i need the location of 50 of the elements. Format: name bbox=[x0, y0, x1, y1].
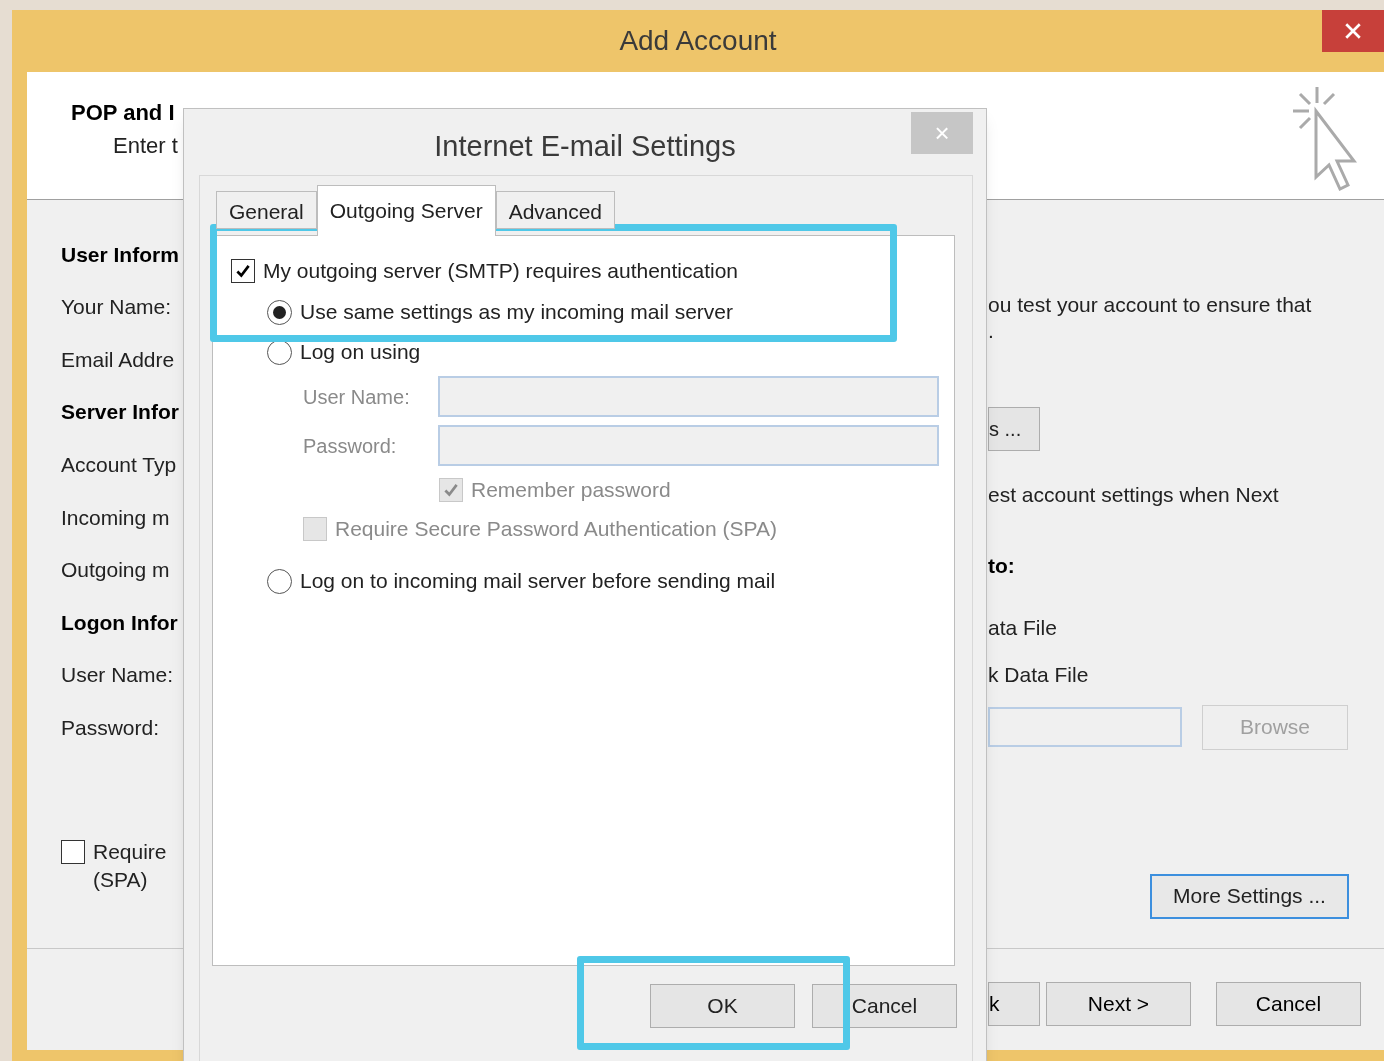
section-heading: User Inform bbox=[61, 241, 180, 268]
field-label: Password: bbox=[61, 714, 161, 741]
field-label: Account Typ bbox=[61, 451, 178, 478]
dialog-button[interactable]: Cancel bbox=[1216, 982, 1361, 1026]
section-heading: Server Infor bbox=[61, 399, 180, 426]
radio-button[interactable] bbox=[267, 568, 292, 594]
file-path-field[interactable] bbox=[988, 707, 1182, 747]
close-icon bbox=[1344, 22, 1362, 40]
field-label: Email Addre bbox=[61, 346, 176, 373]
field-label: Outgoing m bbox=[61, 557, 171, 584]
close-button[interactable] bbox=[1322, 10, 1384, 52]
checkbox[interactable] bbox=[61, 839, 85, 864]
checkmark-icon bbox=[234, 262, 252, 280]
tab[interactable]: General bbox=[216, 191, 317, 229]
radio-label: Log on to incoming mail server before sending mail bbox=[300, 568, 776, 595]
field-label: User Name: bbox=[61, 662, 175, 689]
dialog-title: Internet E-mail Settings bbox=[434, 129, 736, 164]
test-settings-button[interactable]: s ... bbox=[988, 406, 1040, 451]
checkbox-label: Require bbox=[93, 838, 167, 865]
checkbox-label: est account settings when Next bbox=[988, 481, 1280, 508]
radio-button[interactable] bbox=[267, 299, 292, 325]
field-label: User Name: bbox=[303, 384, 411, 410]
radio-label: ata File bbox=[988, 614, 1058, 641]
section-title: POP and I bbox=[71, 99, 175, 127]
dialog-button[interactable]: Next > bbox=[1046, 982, 1191, 1026]
radio-label: k Data File bbox=[988, 662, 1090, 688]
checkbox[interactable] bbox=[231, 259, 255, 283]
field-label: Incoming m bbox=[61, 504, 171, 531]
tab[interactable]: Outgoing Server bbox=[316, 185, 496, 236]
radio-label: Use same settings as my incoming mail server bbox=[300, 299, 733, 326]
checkbox-label: Remember password bbox=[471, 477, 671, 504]
radio-label: Log on using bbox=[300, 339, 421, 366]
tab[interactable]: Advanced bbox=[495, 191, 616, 229]
checkmark-icon bbox=[442, 481, 460, 499]
dialog-button[interactable]: Cancel bbox=[812, 984, 957, 1028]
checkbox-label: (SPA) bbox=[93, 866, 149, 893]
description-text: ou test your account to ensure that bbox=[988, 292, 1313, 318]
section-heading: to: bbox=[988, 553, 1016, 579]
more-settings-button[interactable]: More Settings ... bbox=[1150, 873, 1349, 919]
field-label: Your Name: bbox=[61, 294, 173, 321]
field-label: Password: bbox=[303, 433, 398, 459]
cursor-click-icon bbox=[1290, 85, 1358, 191]
dialog-button[interactable]: OK bbox=[650, 984, 795, 1028]
window-title: Add Account bbox=[619, 24, 777, 58]
dialog-button[interactable]: k bbox=[988, 982, 1040, 1026]
description-text: . bbox=[988, 320, 995, 341]
checkbox-label: Require Secure Password Authentication (SPA) bbox=[335, 516, 777, 543]
section-heading: Logon Infor bbox=[61, 609, 179, 636]
checkbox-label: My outgoing server (SMTP) requires authentication bbox=[263, 258, 739, 285]
instruction-text: Enter t bbox=[113, 132, 178, 160]
